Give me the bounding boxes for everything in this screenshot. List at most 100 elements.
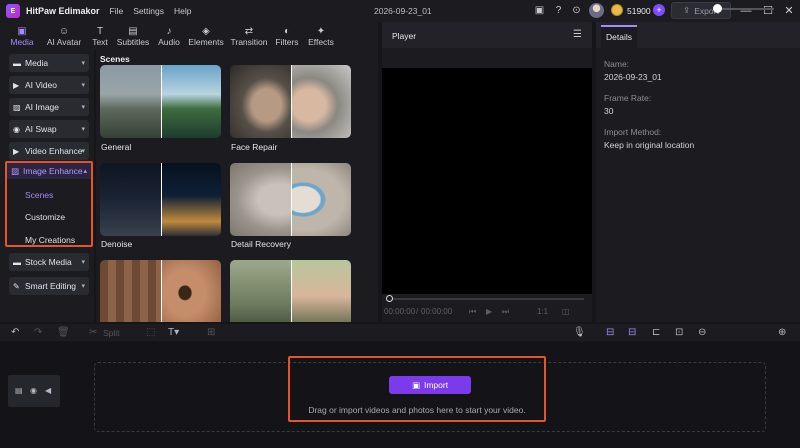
menu-icon[interactable]: ☰ <box>573 29 582 40</box>
chevron-down-icon: ▾ <box>81 60 85 67</box>
sidebar-item-label: AI Swap <box>25 124 57 134</box>
current-time: 00:00:00 <box>384 307 416 316</box>
scenes-panel: Scenes General Face Repair Denoise Detai… <box>96 50 378 322</box>
total-time: 00:00:00 <box>421 307 453 316</box>
close-icon[interactable]: ✕ <box>781 3 797 19</box>
chevron-down-icon: ▾ <box>81 82 85 89</box>
tab-label: AI Avatar <box>46 36 82 47</box>
minimize-icon[interactable]: — <box>738 3 754 19</box>
skip-back-icon[interactable]: ⏮ <box>469 307 476 317</box>
play-icon[interactable]: ▶ <box>486 307 492 316</box>
maximize-icon[interactable]: ☐ <box>760 3 776 19</box>
scene-card-detail-recovery[interactable] <box>230 163 351 236</box>
sidebar-item-ai-image[interactable]: ▨ AI Image ▾ <box>9 98 89 116</box>
smart-editing-icon: ✎ <box>13 281 20 291</box>
effects-icon: ✦ <box>316 25 326 37</box>
scene-card-denoise[interactable] <box>100 163 221 236</box>
magnet-icon[interactable]: ⊟ <box>606 326 614 339</box>
eye-icon[interactable]: ◉ <box>30 386 37 395</box>
layout-icon[interactable]: ▣ <box>533 4 546 17</box>
user-avatar[interactable] <box>589 3 604 18</box>
video-preview[interactable] <box>382 68 592 294</box>
link-icon[interactable]: ⊟ <box>628 326 636 339</box>
project-title: 2026-09-23_01 <box>374 6 432 16</box>
player-title: Player <box>392 31 417 41</box>
tab-filters[interactable]: ◐ Filters <box>274 22 300 50</box>
tab-label: Effects <box>308 36 334 47</box>
help-icon[interactable]: ? <box>552 4 565 17</box>
fit-icon[interactable]: ⊡ <box>675 326 683 339</box>
menu-settings[interactable]: Settings <box>133 6 164 16</box>
split-label[interactable]: Split <box>103 327 120 340</box>
sidebar-item-label: Smart Editing <box>25 281 77 291</box>
tab-text[interactable]: T Text <box>89 22 111 50</box>
scrubber-handle[interactable] <box>386 295 393 302</box>
scene-card-group-photo[interactable] <box>230 260 351 322</box>
scene-card-label: Face Repair <box>231 142 278 152</box>
detail-label: Frame Rate: <box>604 93 652 103</box>
zoom-out-icon[interactable]: ⊖ <box>698 326 706 339</box>
transition-icon: ⇄ <box>244 25 254 37</box>
tab-audio[interactable]: ♪ Audio <box>156 22 182 50</box>
details-header: Details <box>596 22 800 48</box>
text-icon: T <box>96 25 104 37</box>
tab-elements[interactable]: ◈ Elements <box>188 22 224 50</box>
export-button[interactable]: ⇪ Export <box>671 2 731 19</box>
sidebar-item-label: Video Enhance <box>25 146 83 156</box>
time-separator: / <box>416 307 419 316</box>
sidebar-item-stock-media[interactable]: ▬ Stock Media ▾ <box>9 253 89 271</box>
delete-icon[interactable]: 🗑 <box>57 326 70 339</box>
split-screen-icon[interactable]: ⊏ <box>652 326 660 339</box>
tab-media[interactable]: ▣ Media <box>7 22 37 50</box>
sidebar-item-label: AI Image <box>25 102 60 112</box>
microphone-icon[interactable]: 🎙 <box>573 326 586 339</box>
tab-transition[interactable]: ⇄ Transition <box>229 22 269 50</box>
add-credits-button[interactable]: + <box>653 4 665 16</box>
text-tool-icon[interactable]: T▾ <box>168 326 179 339</box>
zoom-slider[interactable] <box>714 8 774 10</box>
crop-icon[interactable]: ⬚ <box>146 326 155 339</box>
undo-icon[interactable]: ↶ <box>11 326 19 339</box>
speaker-icon[interactable]: ◀ <box>45 386 51 395</box>
add-media-icon[interactable]: ⊞ <box>207 326 215 339</box>
scene-card-label: Denoise <box>101 239 133 249</box>
details-panel: Details Name: 2026-09-23_01 Frame Rate: … <box>596 22 800 322</box>
coin-icon <box>611 4 623 16</box>
tab-subtitles[interactable]: ▤ Subtitles <box>115 22 151 50</box>
snapshot-icon[interactable]: ◫ <box>562 307 570 316</box>
zoom-slider-handle[interactable] <box>713 4 722 13</box>
sidebar-item-ai-video[interactable]: ▶ AI Video ▾ <box>9 76 89 94</box>
zoom-in-icon[interactable]: ⊕ <box>778 326 786 339</box>
menu-file[interactable]: File <box>110 6 124 16</box>
highlight-box <box>5 161 93 247</box>
sidebar-item-label: AI Video <box>25 80 57 90</box>
menu-help[interactable]: Help <box>174 6 191 16</box>
export-icon: ⇪ <box>683 5 691 15</box>
split-icon[interactable]: ✂ <box>89 326 97 339</box>
highlight-box <box>288 356 546 422</box>
folder-icon: ▬ <box>13 58 21 68</box>
track-header: ▤ ◉ ◀ <box>8 375 60 407</box>
sidebar-item-media[interactable]: ▬ Media ▾ <box>9 54 89 72</box>
scene-card-general[interactable] <box>100 65 221 138</box>
download-icon[interactable]: ⊙ <box>570 4 583 17</box>
sidebar-item-smart-editing[interactable]: ✎ Smart Editing ▾ <box>9 277 89 295</box>
video-enhance-icon: ▶ <box>13 146 20 156</box>
player-header: Player ☰ <box>382 22 592 48</box>
chevron-down-icon: ▾ <box>81 283 85 290</box>
tab-effects[interactable]: ✦ Effects <box>306 22 336 50</box>
tab-label: Subtitles <box>116 36 150 47</box>
detail-value: 30 <box>604 106 614 116</box>
redo-icon[interactable]: ↷ <box>34 326 42 339</box>
sidebar-item-video-enhance[interactable]: ▶ Video Enhance ▾ <box>9 142 89 160</box>
tab-details[interactable]: Details <box>601 25 637 48</box>
tab-ai-avatar[interactable]: ☺ AI Avatar <box>43 22 85 50</box>
scene-card-eyes[interactable] <box>100 260 221 322</box>
playback-scrubber[interactable] <box>388 298 584 300</box>
scene-card-face-repair[interactable] <box>230 65 351 138</box>
skip-forward-icon[interactable]: ⏭ <box>502 307 509 317</box>
timeline-toolbar: ↶ ↷ 🗑 ✂ Split ⬚ T▾ ⊞ 🎙 ⊟ ⊟ ⊏ ⊡ ⊖ ⊕ <box>0 324 800 341</box>
sidebar-item-ai-swap[interactable]: ◉ AI Swap ▾ <box>9 120 89 138</box>
media-icon: ▣ <box>17 25 27 37</box>
aspect-ratio[interactable]: 1:1 <box>537 307 548 316</box>
